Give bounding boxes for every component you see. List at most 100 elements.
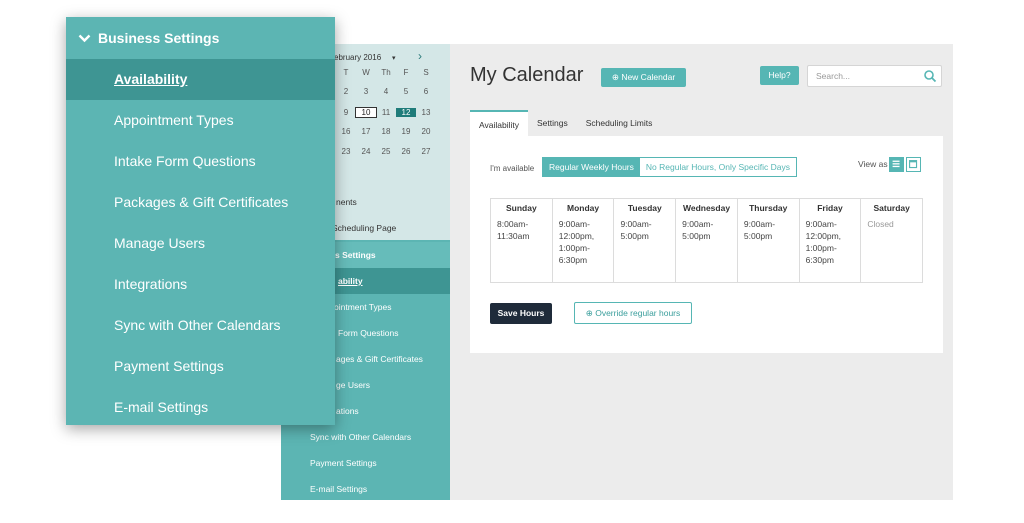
sidebar-item-email-settings[interactable]: E-mail Settings (281, 476, 450, 500)
availability-label: I'm available (490, 164, 535, 173)
day-hours: 9:00am- 5:00pm (620, 219, 652, 241)
mini-calendar-weekdays: T W Th F S (336, 68, 436, 77)
calendar-day[interactable]: 3 (356, 87, 376, 96)
sidebar-link-appointments[interactable]: nents (336, 197, 357, 207)
override-hours-button[interactable]: ⊕ Override regular hours (574, 302, 692, 324)
day-name: Saturday (873, 203, 910, 213)
mini-calendar-week: 2 3 4 5 6 (336, 87, 436, 96)
chevron-down-icon[interactable]: ▾ (392, 54, 396, 62)
tab-scheduling-limits[interactable]: Scheduling Limits (577, 110, 662, 136)
menu-item-intake-form-questions[interactable]: Intake Form Questions (66, 141, 335, 182)
plus-circle-icon: ⊕ (585, 308, 593, 318)
screenshot-stage: ebruary 2016 ▾ › T W Th F S 2 3 4 5 6 9 … (0, 0, 1024, 523)
day-name: Wednesday (682, 203, 731, 213)
weekday: T (343, 68, 349, 77)
weekday: W (362, 68, 370, 77)
tab-bar: Availability Settings Scheduling Limits (470, 110, 661, 136)
business-settings-menu: Business Settings Availability Appointme… (66, 17, 335, 425)
calendar-day-today[interactable]: 10 (355, 107, 377, 118)
availability-mode-toggle: Regular Weekly Hours No Regular Hours, O… (542, 157, 797, 177)
day-column-wednesday[interactable]: Wednesday 9:00am- 5:00pm (676, 199, 738, 282)
menu-item-email-settings[interactable]: E-mail Settings (66, 387, 335, 428)
calendar-day[interactable]: 2 (336, 87, 356, 96)
plus-circle-icon: ⊕ (611, 72, 619, 82)
mini-calendar-month: ebruary 2016 (334, 53, 382, 62)
main-content: My Calendar ⊕ New Calendar Help? Search.… (450, 44, 953, 500)
new-calendar-button[interactable]: ⊕ New Calendar (601, 68, 686, 87)
weekday: S (423, 68, 429, 77)
day-column-saturday[interactable]: Saturday Closed (861, 199, 922, 282)
search-icon[interactable] (923, 69, 937, 83)
day-column-tuesday[interactable]: Tuesday 9:00am- 5:00pm (614, 199, 677, 282)
calendar-day[interactable]: 23 (336, 147, 356, 156)
calendar-day[interactable]: 4 (376, 87, 396, 96)
regular-weekly-hours-option[interactable]: Regular Weekly Hours (543, 158, 640, 176)
tab-availability[interactable]: Availability (470, 110, 529, 136)
search-input[interactable]: Search... (807, 65, 942, 87)
calendar-icon (909, 160, 918, 169)
calendar-day[interactable]: 19 (396, 127, 416, 136)
calendar-view-icon[interactable] (906, 157, 921, 172)
business-settings-title: Business Settings (98, 30, 220, 46)
calendar-day[interactable]: 6 (416, 87, 436, 96)
chevron-down-icon (78, 34, 91, 42)
calendar-day[interactable]: 18 (376, 127, 396, 136)
day-name: Thursday (749, 203, 788, 213)
calendar-day[interactable]: 20 (416, 127, 436, 136)
menu-item-payment-settings[interactable]: Payment Settings (66, 346, 335, 387)
menu-item-packages-gift-certificates[interactable]: Packages & Gift Certificates (66, 182, 335, 223)
chevron-right-icon[interactable]: › (418, 49, 422, 63)
calendar-day[interactable]: 27 (416, 147, 436, 156)
business-settings-header[interactable]: Business Settings (66, 17, 335, 59)
day-name: Sunday (506, 203, 537, 213)
day-name: Tuesday (627, 203, 662, 213)
new-calendar-label: New Calendar (621, 72, 676, 82)
calendar-day[interactable]: 25 (376, 147, 396, 156)
weekday: Th (381, 68, 391, 77)
menu-item-manage-users[interactable]: Manage Users (66, 223, 335, 264)
calendar-day[interactable]: 13 (416, 108, 436, 117)
calendar-day[interactable]: 24 (356, 147, 376, 156)
day-name: Monday (567, 203, 600, 213)
availability-panel: I'm available Regular Weekly Hours No Re… (470, 136, 943, 353)
save-hours-button[interactable]: Save Hours (490, 303, 552, 324)
sidebar-link-scheduling-page[interactable]: Scheduling Page (332, 223, 396, 233)
day-hours: 9:00am- 5:00pm (743, 219, 776, 241)
list-view-icon[interactable] (889, 157, 904, 172)
day-hours: Closed (867, 219, 894, 229)
day-hours: 9:00am- 12:00pm, 1:00pm- 6:30pm (805, 219, 842, 265)
day-column-friday[interactable]: Friday 9:00am- 12:00pm, 1:00pm- 6:30pm (800, 199, 862, 282)
day-hours: 8:00am- 11:30am (497, 219, 530, 241)
day-column-monday[interactable]: Monday 9:00am- 12:00pm, 1:00pm- 6:30pm (553, 199, 615, 282)
calendar-day[interactable]: 11 (376, 108, 396, 117)
calendar-day[interactable]: 17 (356, 127, 376, 136)
help-button[interactable]: Help? (760, 66, 799, 85)
specific-days-option[interactable]: No Regular Hours, Only Specific Days (640, 158, 796, 176)
menu-item-appointment-types[interactable]: Appointment Types (66, 100, 335, 141)
scheduling-app: ebruary 2016 ▾ › T W Th F S 2 3 4 5 6 9 … (281, 44, 953, 500)
sidebar-item-payment-settings[interactable]: Payment Settings (281, 450, 450, 476)
calendar-day[interactable]: 5 (396, 87, 416, 96)
menu-item-sync-calendars[interactable]: Sync with Other Calendars (66, 305, 335, 346)
view-as-label: View as (858, 159, 888, 169)
override-label: Override regular hours (595, 308, 681, 318)
page-title: My Calendar (470, 64, 584, 86)
calendar-day-selected[interactable]: 12 (396, 108, 416, 117)
calendar-day[interactable]: 26 (396, 147, 416, 156)
mini-calendar-week: 23 24 25 26 27 (336, 147, 436, 156)
calendar-day[interactable]: 9 (336, 108, 356, 117)
tab-settings[interactable]: Settings (528, 110, 577, 136)
menu-item-integrations[interactable]: Integrations (66, 264, 335, 305)
mini-calendar-week: 16 17 18 19 20 (336, 127, 436, 136)
weekly-hours-table: Sunday 8:00am- 11:30am Monday 9:00am- 12… (490, 198, 923, 283)
day-hours: 9:00am- 12:00pm, 1:00pm- 6:30pm (558, 219, 595, 265)
weekday: F (403, 68, 409, 77)
day-column-thursday[interactable]: Thursday 9:00am- 5:00pm (738, 199, 800, 282)
list-icon (892, 160, 900, 168)
mini-calendar-week: 9 10 11 12 13 (336, 107, 436, 118)
day-column-sunday[interactable]: Sunday 8:00am- 11:30am (491, 199, 553, 282)
day-hours: 9:00am- 5:00pm (682, 219, 714, 241)
menu-item-availability[interactable]: Availability (66, 59, 335, 100)
day-name: Friday (817, 203, 843, 213)
calendar-day[interactable]: 16 (336, 127, 356, 136)
